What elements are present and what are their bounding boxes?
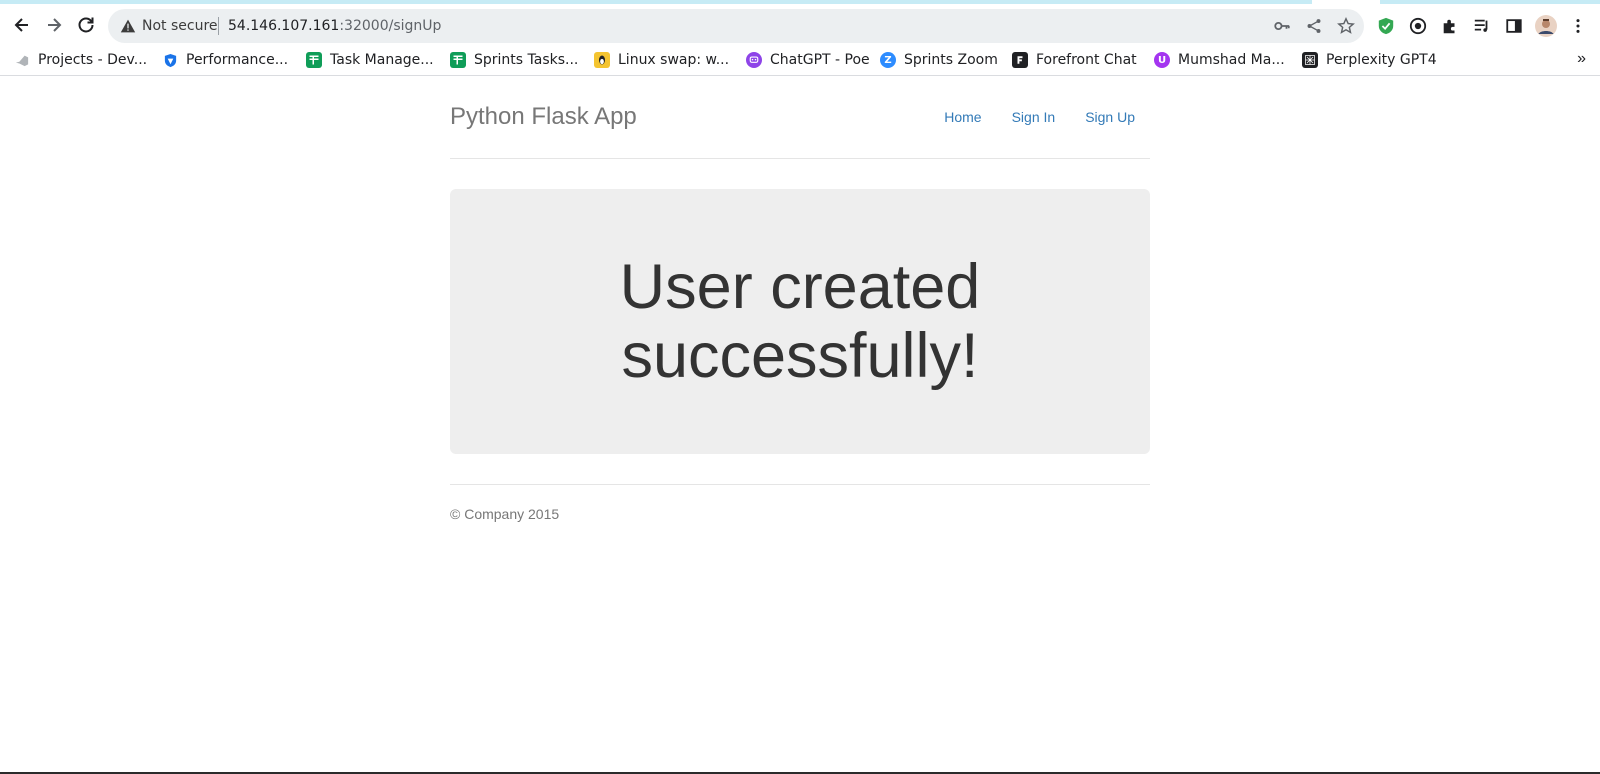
more-bookmarks-chevron-icon[interactable]: » <box>1577 50 1586 68</box>
omnibox-divider <box>218 17 219 35</box>
security-status[interactable]: Not secure <box>142 18 218 34</box>
reload-icon <box>78 17 94 33</box>
adblock-shield-icon[interactable] <box>1375 15 1397 37</box>
profile-avatar-icon[interactable] <box>1535 15 1557 37</box>
back-button[interactable] <box>8 11 36 39</box>
shield-logo-icon <box>162 52 178 68</box>
bookmark-forefront-chat[interactable]: Forefront Chat <box>1012 48 1137 72</box>
side-panel-icon[interactable] <box>1503 15 1525 37</box>
bookmark-label: Linux swap: w... <box>618 52 730 68</box>
nav-signup-link[interactable]: Sign Up <box>1070 107 1150 127</box>
linux-tux-icon <box>594 52 610 68</box>
nav-home-link[interactable]: Home <box>929 107 996 127</box>
bookmark-sprints-zoom[interactable]: Z Sprints Zoom <box>880 48 998 72</box>
jumbotron: User created successfully! <box>450 189 1150 454</box>
bookmark-performance[interactable]: Performance... <box>162 48 288 72</box>
success-message: User created successfully! <box>619 251 981 391</box>
bookmark-label: Sprints Tasks... <box>474 52 579 68</box>
warning-icon[interactable] <box>118 16 138 36</box>
share-icon[interactable] <box>1304 16 1324 36</box>
reload-button[interactable] <box>72 11 100 39</box>
bookmark-label: Perplexity GPT4 <box>1326 52 1437 68</box>
url-text[interactable]: 54.146.107.161:32000/signUp <box>228 18 441 34</box>
azure-devops-icon <box>14 52 30 68</box>
bookmark-task-manage[interactable]: Task Manage... <box>306 48 434 72</box>
forward-button[interactable] <box>40 11 68 39</box>
bookmark-star-icon[interactable] <box>1336 16 1356 36</box>
browser-menu-icon[interactable] <box>1567 15 1589 37</box>
zoom-icon: Z <box>880 52 896 68</box>
page-viewport: Python Flask App Home Sign In Sign Up Us… <box>0 77 1600 774</box>
brand-title: Python Flask App <box>450 103 637 130</box>
perplexity-icon <box>1302 52 1318 68</box>
forefront-icon <box>1012 52 1028 68</box>
bookmark-linux-swap[interactable]: Linux swap: w... <box>594 48 729 72</box>
address-bar[interactable]: Not secure 54.146.107.161:32000/signUp <box>108 9 1364 43</box>
arrow-left-icon <box>14 18 28 32</box>
nav-signin-link[interactable]: Sign In <box>997 107 1071 127</box>
site-footer: © Company 2015 <box>450 484 1150 522</box>
bookmark-sprints-tasks[interactable]: Sprints Tasks... <box>450 48 578 72</box>
bookmark-mumshad[interactable]: U Mumshad Ma... <box>1154 48 1285 72</box>
bookmark-chatgpt-poe[interactable]: ChatGPT - Poe <box>746 48 870 72</box>
site-header: Python Flask App Home Sign In Sign Up <box>450 77 1150 159</box>
udemy-icon: U <box>1154 52 1170 68</box>
poe-icon <box>746 52 762 68</box>
wordtune-extension-icon[interactable] <box>1407 15 1429 37</box>
bookmark-label: Performance... <box>186 52 289 68</box>
extensions-puzzle-icon[interactable] <box>1439 15 1461 37</box>
bookmark-label: Sprints Zoom <box>904 52 998 68</box>
url-host: 54.146.107.161 <box>228 18 340 34</box>
bookmarks-bar: Projects - Dev... Performance... Task Ma… <box>0 44 1600 76</box>
bookmark-label: Task Manage... <box>330 52 434 68</box>
bookmark-label: Forefront Chat <box>1036 52 1137 68</box>
browser-toolbar: Not secure 54.146.107.161:32000/signUp <box>0 4 1600 44</box>
media-queue-icon[interactable] <box>1471 15 1493 37</box>
key-icon[interactable] <box>1272 16 1292 36</box>
arrow-right-icon <box>48 18 62 32</box>
bookmark-perplexity[interactable]: Perplexity GPT4 <box>1302 48 1437 72</box>
url-path: :32000/signUp <box>339 18 442 34</box>
bookmark-label: Mumshad Ma... <box>1178 52 1285 68</box>
bookmark-label: Projects - Dev... <box>38 52 148 68</box>
sheets-icon <box>306 52 322 68</box>
site-nav: Home Sign In Sign Up <box>929 107 1150 127</box>
footer-copyright: © Company 2015 <box>450 506 560 522</box>
bookmark-label: ChatGPT - Poe <box>770 52 870 68</box>
sheets-icon <box>450 52 466 68</box>
bookmark-projects[interactable]: Projects - Dev... <box>14 48 147 72</box>
